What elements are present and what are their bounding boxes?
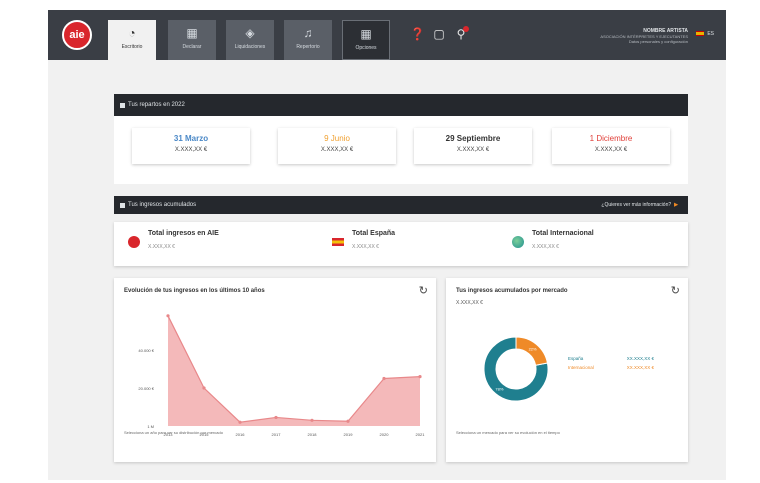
- legend-value: XX.XXX,XX €: [627, 356, 655, 361]
- slice-label: 78%: [495, 387, 503, 392]
- calendar-icon: ▦: [186, 26, 198, 40]
- market-chart-card: Tus ingresos acumulados por mercado X.XX…: [446, 278, 688, 462]
- help-icon[interactable]: ❓: [410, 27, 425, 41]
- top-navigation-bar: aie ◔ Escritorio ▦ Declarar ◈ Liquidacio…: [48, 10, 726, 60]
- total-international-value: X.XXX,XX €: [532, 244, 559, 250]
- data-point: [382, 376, 386, 381]
- app-window: aie ◔ Escritorio ▦ Declarar ◈ Liquidacio…: [48, 10, 726, 480]
- y-tick-label: 40.000 €: [138, 348, 154, 353]
- data-point: [238, 420, 242, 424]
- tab-escritorio[interactable]: ◔ Escritorio: [108, 20, 156, 60]
- market-hint: Selecciona un mercado para ver su evoluc…: [456, 430, 560, 435]
- spain-flag-icon: [696, 31, 705, 37]
- payments-section-header: Tus repartos en 2022: [114, 94, 688, 116]
- tab-liquidaciones[interactable]: ◈ Liquidaciones: [226, 20, 274, 60]
- total-international-label: Total Internacional: [532, 230, 594, 237]
- data-point: [346, 419, 350, 423]
- payments-title: Tus repartos en 2022: [128, 102, 185, 108]
- payment-value: X.XXX,XX €: [174, 147, 208, 153]
- arrow-right-icon: ▶: [674, 202, 678, 208]
- music-note-icon: ♫: [303, 26, 313, 40]
- evolution-chart-card: Evolución de tus ingresos en los últimos…: [114, 278, 436, 462]
- total-aie: Total ingresos en AIE X.XXX,XX €: [128, 222, 308, 264]
- tab-label: Opciones: [355, 45, 377, 51]
- x-tick-label: 2016: [236, 432, 246, 437]
- tab-declarar[interactable]: ▦ Declarar: [168, 20, 216, 60]
- payment-date: 31 Marzo: [173, 134, 209, 143]
- evolution-chart[interactable]: 1 M20.000 €40.000 €2013 2015 2016 2017 2018 2…: [114, 298, 436, 448]
- more-info-link[interactable]: ¿Quieres ver más información? ▶: [601, 196, 678, 214]
- data-point: [274, 415, 278, 420]
- data-point: [166, 314, 170, 318]
- total-spain: Total España X.XXX,XX €: [332, 222, 492, 264]
- x-tick-label: 2020: [380, 432, 390, 437]
- aie-logo-icon: [128, 236, 140, 248]
- user-settings-link[interactable]: Datos personales y configuración: [600, 39, 688, 44]
- evolution-chart-title: Evolución de tus ingresos en los últimos…: [124, 288, 265, 294]
- square-bullet-icon: [120, 103, 125, 108]
- market-total-value: X.XXX,XX €: [456, 300, 483, 306]
- payment-value: X.XXX,XX €: [594, 147, 628, 153]
- payment-card-june: 9 Junio X.XXX,XX €: [278, 128, 396, 164]
- payment-card-december: 1 Diciembre X.XXX,XX €: [552, 128, 670, 164]
- tab-label: Liquidaciones: [234, 44, 266, 50]
- total-spain-label: Total España: [352, 230, 396, 237]
- tab-repertorio[interactable]: ♫ Repertorio: [284, 20, 332, 60]
- language-selector[interactable]: ES: [696, 31, 714, 37]
- square-bullet-icon: [120, 203, 125, 208]
- legend-label: España: [568, 356, 584, 361]
- payment-value: X.XXX,XX €: [320, 147, 354, 153]
- refresh-icon[interactable]: ↻: [671, 284, 680, 297]
- evolution-hint: Selecciona un año para ver su distribuci…: [124, 430, 223, 435]
- slice-label: 22%: [529, 346, 537, 351]
- dashboard-icon: ◔: [128, 26, 136, 40]
- spain-flag-icon: [332, 238, 344, 246]
- income-title: Tus ingresos acumulados: [128, 202, 197, 208]
- x-tick-label: 2021: [416, 432, 426, 437]
- x-tick-label: 2017: [272, 432, 282, 437]
- income-section-header: Tus ingresos acumulados ¿Quieres ver más…: [114, 196, 688, 214]
- language-label: ES: [707, 31, 714, 37]
- legend-label: Internacional: [568, 365, 594, 370]
- data-point: [202, 386, 206, 390]
- data-point: [418, 375, 422, 379]
- payment-card-march: 31 Marzo X.XXX,XX €: [132, 128, 250, 164]
- x-tick-label: 2019: [344, 432, 354, 437]
- payment-date: 9 Junio: [324, 134, 350, 143]
- total-aie-value: X.XXX,XX €: [148, 244, 175, 250]
- payment-date: 1 Diciembre: [589, 134, 633, 143]
- payment-date: 29 Septiembre: [445, 134, 501, 143]
- data-point: [310, 418, 314, 422]
- total-aie-label: Total ingresos en AIE: [148, 230, 219, 237]
- payment-value: X.XXX,XX €: [456, 147, 490, 153]
- chat-icon[interactable]: ▢: [432, 27, 446, 41]
- market-chart-title: Tus ingresos acumulados por mercado: [456, 288, 568, 294]
- y-tick-label: 1 M: [147, 424, 154, 429]
- aie-logo[interactable]: aie: [62, 20, 92, 50]
- x-tick-label: 2018: [308, 432, 318, 437]
- coins-icon: ◈: [245, 26, 255, 40]
- refresh-icon[interactable]: ↻: [419, 284, 428, 297]
- y-tick-label: 20.000 €: [138, 386, 154, 391]
- payments-panel: 31 Marzo X.XXX,XX € 9 Junio X.XXX,XX € 2…: [114, 116, 688, 184]
- tab-opciones[interactable]: ▦ Opciones: [342, 20, 390, 60]
- legend-value: XX.XXX,XX €: [627, 365, 655, 370]
- area-fill: [168, 315, 420, 426]
- tab-label: Declarar: [182, 44, 202, 50]
- globe-icon: [512, 236, 524, 248]
- market-donut-chart[interactable]: 78% 22% España XX.XXX,XX € Internacional XX.X…: [446, 314, 688, 424]
- total-international: Total Internacional X.XXX,XX €: [512, 222, 682, 264]
- payment-card-september: 29 Septiembre X.XXX,XX €: [414, 128, 532, 164]
- tab-label: Repertorio: [296, 44, 320, 50]
- income-totals-row: Total ingresos en AIE X.XXX,XX € Total E…: [114, 222, 688, 266]
- notification-badge: [463, 26, 469, 32]
- total-spain-value: X.XXX,XX €: [352, 244, 379, 250]
- more-info-label: ¿Quieres ver más información?: [601, 202, 672, 208]
- grid-icon: ▦: [360, 27, 372, 41]
- tab-label: Escritorio: [121, 44, 143, 50]
- user-menu[interactable]: NOMBRE ARTISTA ASOCIACIÓN INTÉRPRETES Y …: [600, 28, 688, 44]
